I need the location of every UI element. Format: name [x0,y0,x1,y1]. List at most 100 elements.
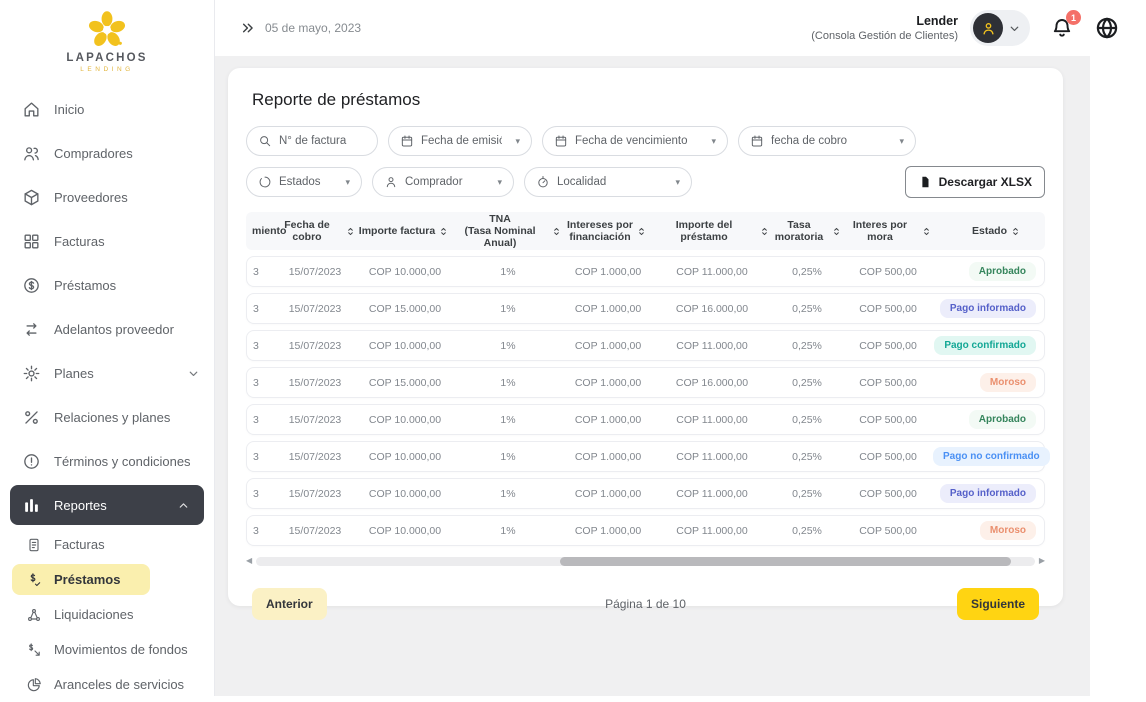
sidebar-subitem-liquidaciones[interactable]: Liquidaciones [0,597,214,632]
table-cell: 1% [500,450,516,463]
filter-vencimiento[interactable]: Fecha de vencimiento ▾ [542,126,728,156]
sidebar-subitem-movimientos-de-fondos[interactable]: Movimientos de fondos [0,632,214,667]
brand-tagline: LENDING [80,66,134,73]
network-icon [26,607,42,623]
table-row[interactable]: 3 15/07/2023 COP 15.000,00 1% COP 1.000,00 CO… [246,293,1045,324]
sort-icon[interactable] [1010,226,1021,237]
table-cell: COP 1.000,00 [574,339,642,352]
home-icon [22,100,41,119]
sidebar-item-compradores[interactable]: Compradores [0,131,214,175]
column-header-importe-del-prestamo[interactable]: Importe del préstamo [652,219,770,243]
scrollbar-thumb[interactable] [559,556,1012,566]
column-header-label: Fecha de cobro [284,218,330,243]
sidebar-item-planes[interactable]: Planes [0,351,214,395]
filter-emision[interactable]: Fecha de emisión ▾ [388,126,532,156]
table-cell-status: Pago informado [933,484,1044,503]
table-cell: 15/07/2023 [288,265,342,278]
table-cell: 1% [500,265,516,278]
user-name: Lender [916,13,958,28]
sidebar-expand-icon[interactable] [241,21,255,35]
filter-cobro[interactable]: fecha de cobro ▾ [738,126,916,156]
column-header-label: Importe del préstamo [675,218,733,243]
cube-icon [22,188,41,207]
sidebar-item-terminos-y-condiciones[interactable]: Términos y condiciones [0,439,214,483]
users-icon [22,144,41,163]
caret-down-icon: ▾ [899,135,904,146]
table-row[interactable]: 3 15/07/2023 COP 10.000,00 1% COP 1.000,00 CO… [246,478,1045,509]
table-row[interactable]: 3 15/07/2023 COP 10.000,00 1% COP 1.000,00 CO… [246,330,1045,361]
notifications-button[interactable]: 1 [1050,10,1081,40]
previous-page-button[interactable]: Anterior [252,588,327,620]
column-header-tna-tasa-nominal-anual[interactable]: TNA (Tasa Nominal Anual) [452,213,562,249]
table-cell: COP 10.000,00 [368,487,442,500]
filter-factura[interactable]: N° de factura [246,126,378,156]
filter-placeholder: Fecha de vencimiento [575,135,688,147]
table-cell-status: Pago confirmado [933,336,1044,355]
status-badge: Aprobado [968,410,1036,429]
table-cell: 3 [253,450,259,463]
sort-icon[interactable] [636,226,647,237]
table-row[interactable]: 3 15/07/2023 COP 10.000,00 1% COP 1.000,00 CO… [246,404,1045,435]
download-xlsx-button[interactable]: Descargar XLSX [904,166,1045,198]
table-cell: COP 10.000,00 [368,339,442,352]
table-cell: COP 16.000,00 [675,302,749,315]
user-menu[interactable] [970,10,1030,46]
column-header-intereses-por-financiacion[interactable]: Intereses por financiación [562,219,652,243]
column-header-fecha-de-cobro[interactable]: Fecha de cobro [272,219,356,243]
content-area: Reporte de préstamos N° de factura Fecha … [215,56,1090,696]
column-header-tasa-moratoria[interactable]: Tasa moratoria [770,219,842,243]
sort-icon[interactable] [831,226,842,237]
table-cell: COP 1.000,00 [574,376,642,389]
column-header-importe-factura[interactable]: Importe factura [356,225,452,237]
table-row[interactable]: 3 15/07/2023 COP 10.000,00 1% COP 1.000,00 CO… [246,515,1045,546]
sidebar-item-inicio[interactable]: Inicio [0,87,214,131]
user-role: (Consola Gestión de Clientes) [811,29,958,42]
status-badge: Moroso [979,373,1036,392]
table-row[interactable]: 3 15/07/2023 COP 10.000,00 1% COP 1.000,00 CO… [246,256,1045,287]
bars-icon [22,496,41,515]
table-cell: COP 11.000,00 [676,450,748,463]
sidebar-subitem-prestamos[interactable]: Préstamos [12,564,150,595]
status-badge: Moroso [979,521,1036,540]
sidebar-item-prestamos[interactable]: Préstamos [0,263,214,307]
sort-icon[interactable] [921,226,932,237]
sidebar-item-label: Proveedores [54,189,128,205]
sidebar-item-proveedores[interactable]: Proveedores [0,175,214,219]
scroll-left-icon[interactable]: ◀ [246,557,252,565]
topbar: 05 de mayo, 2023 Lender (Consola Gestión… [215,0,1146,56]
page-title: Reporte de préstamos [252,90,421,109]
table-cell: 0,25% [792,524,822,537]
sidebar-item-reportes[interactable]: Reportes [10,485,204,525]
table-row[interactable]: 3 15/07/2023 COP 10.000,00 1% COP 1.000,00 CO… [246,441,1050,472]
next-page-button[interactable]: Siguiente [956,588,1039,620]
table-row[interactable]: 3 15/07/2023 COP 15.000,00 1% COP 1.000,00 CO… [246,367,1045,398]
sidebar-item-relaciones-y-planes[interactable]: Relaciones y planes [0,395,214,439]
sidebar-item-facturas[interactable]: Facturas [0,219,214,263]
sidebar-subitem-aranceles-de-servicios[interactable]: Aranceles de servicios [0,667,214,702]
filter-comprador[interactable]: Comprador ▾ [372,167,514,197]
filter-localidad[interactable]: Localidad ▾ [524,167,692,197]
filter-estados[interactable]: Estados ▾ [246,167,362,197]
scroll-right-icon[interactable]: ▶ [1039,557,1045,565]
filters-row-2: Estados ▾ Comprador ▾ Localidad ▾ Descargar X… [246,166,1045,198]
calendar-icon [554,134,568,148]
table-cell: COP 11.000,00 [676,265,748,278]
sort-icon[interactable] [551,226,562,237]
table-cell: COP 500,00 [859,265,917,278]
table-cell: 3 [253,524,259,537]
sidebar-item-adelantos-proveedor[interactable]: Adelantos proveedor [0,307,214,351]
sidebar-item-label: Facturas [54,233,105,249]
sort-icon[interactable] [438,226,449,237]
table-cell: 15/07/2023 [288,524,342,537]
sidebar-subitem-facturas[interactable]: Facturas [0,527,214,562]
language-button[interactable] [1094,15,1120,41]
location-icon [536,175,550,189]
sort-icon[interactable] [345,226,356,237]
column-header-estado[interactable]: Estado [932,225,1045,237]
column-header-interes-por-mora[interactable]: Interes por mora [842,219,932,243]
scrollbar-track [256,556,1035,566]
sort-icon[interactable] [759,226,770,237]
column-header-label: TNA (Tasa Nominal Anual) [464,212,536,250]
filter-placeholder: Estados [279,176,321,188]
calendar-icon [400,134,414,148]
